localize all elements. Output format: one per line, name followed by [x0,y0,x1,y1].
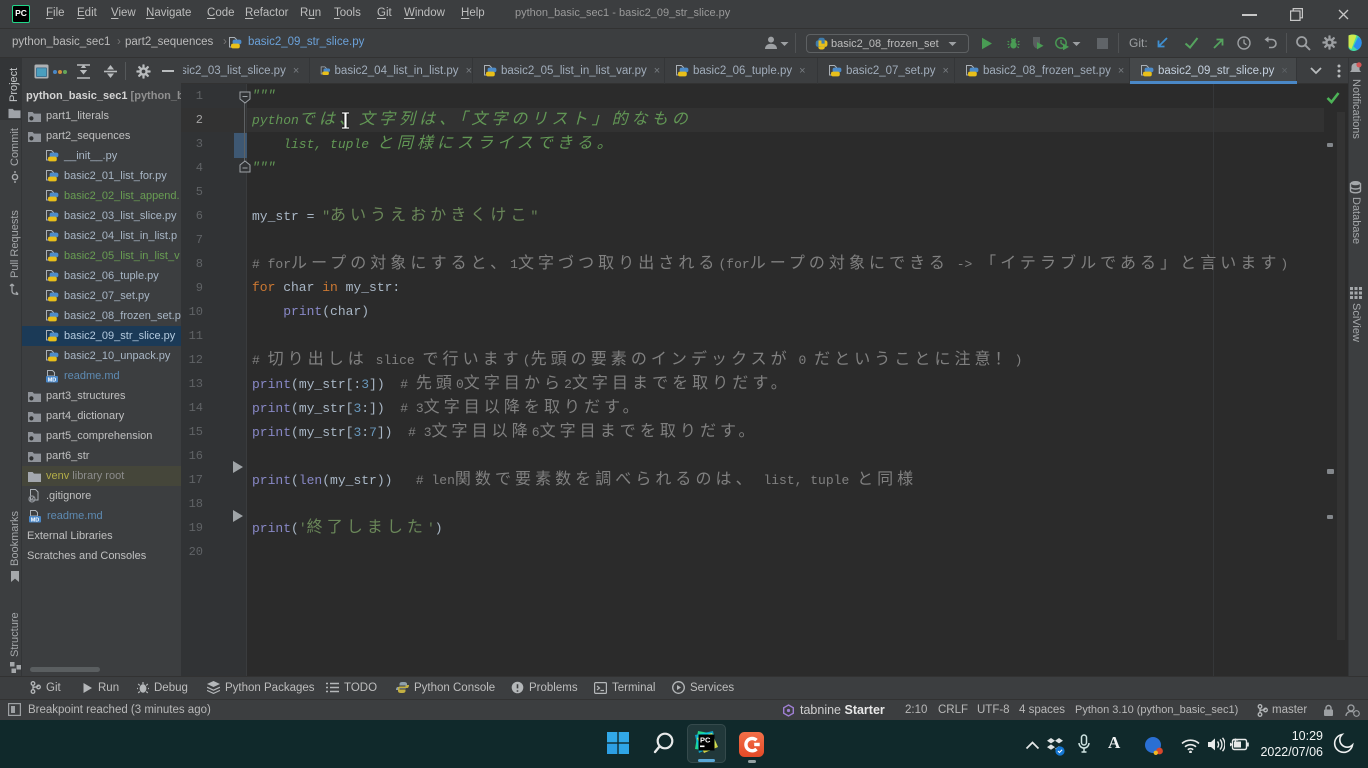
svg-text:MD: MD [48,377,57,383]
svg-text:MD: MD [31,517,40,523]
svg-text:PC: PC [700,736,711,745]
